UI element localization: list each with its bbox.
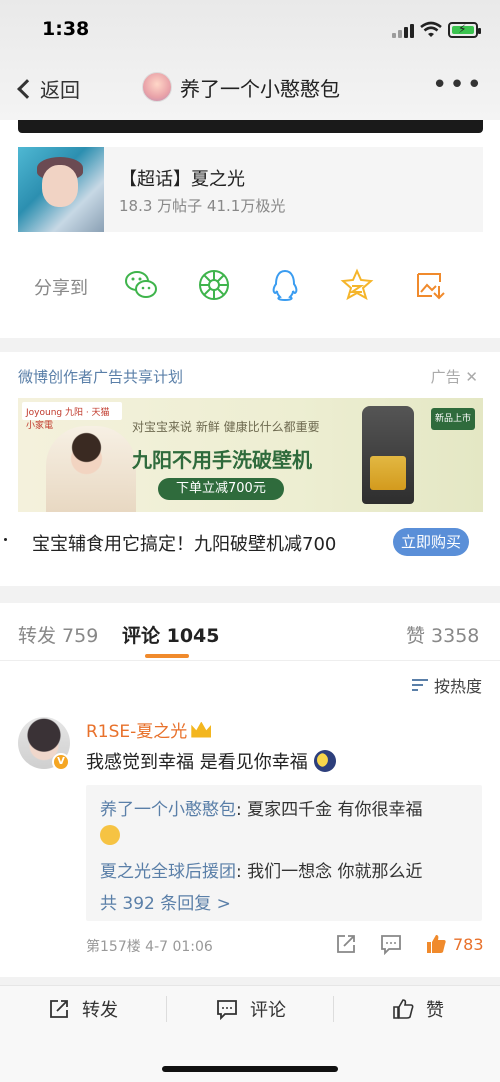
crown-icon [191, 721, 212, 738]
avatar [142, 72, 172, 102]
reply-author[interactable]: 夏之光全球后援团 [100, 862, 236, 882]
post-card: 【超话】夏之光 18.3 万帖子 41.1万极光 分享到 [0, 120, 500, 338]
page-title-text: 养了一个小憨憨包 [180, 76, 340, 101]
reply-icon[interactable] [380, 933, 402, 955]
comment-meta: 第157楼 4-7 01:06 [86, 939, 213, 955]
reply-item: 夏之光全球后援团: 我们一想念 你就那么近 [100, 857, 423, 882]
like-icon[interactable] [425, 933, 447, 955]
qzone-icon[interactable] [340, 268, 374, 302]
signal-icon [392, 24, 414, 38]
repost-button[interactable]: 转发 [48, 996, 118, 1022]
topic-meta: 18.3 万帖子 41.1万极光 [119, 197, 286, 215]
tab-comment[interactable]: 评论 1045 [122, 621, 220, 648]
home-indicator[interactable] [162, 1066, 338, 1072]
repost-label: 转发 [82, 1000, 118, 1021]
share-label: 分享到 [34, 278, 88, 299]
status-bar: 1:38 ⚡ [0, 18, 500, 44]
battery-icon: ⚡ [448, 22, 481, 38]
sort-icon [411, 678, 428, 692]
moon-emoji-icon [313, 750, 336, 772]
qq-icon[interactable] [268, 268, 302, 302]
ad-photo [46, 426, 136, 512]
share-row: 分享到 [0, 260, 500, 310]
nav-bar: 返回 养了一个小憨憨包 ••• [0, 64, 500, 114]
comment-author-name: R1SE-夏之光 [86, 722, 188, 742]
more-replies-link[interactable]: 共 392 条回复 > [100, 889, 231, 914]
comment-text: 我感觉到幸福 是看见你幸福 [86, 748, 336, 774]
reply-text: : 夏家四千金 有你很幸福 [236, 800, 423, 820]
emoji-icon [100, 825, 120, 845]
clock: 1:38 [42, 18, 90, 40]
sort-label: 按热度 [433, 677, 482, 696]
thumbs-up-icon [393, 999, 414, 1019]
wifi-icon [420, 21, 442, 37]
ad-new-badge: 新品上市 [431, 408, 475, 430]
ad-brand-logo: Joyoung 九阳 · 天猫小家電 [22, 402, 122, 431]
comments-section: 转发 759 评论 1045 赞 3358 按热度 V R1SE-夏之光 我感觉… [0, 603, 500, 977]
ad-program-title[interactable]: 微博创作者广告共享计划 [18, 366, 183, 387]
comment-label: 评论 [250, 1000, 286, 1021]
header: 1:38 ⚡ 返回 养了一个小憨憨包 ••• [0, 0, 500, 120]
like-count: 783 [453, 935, 484, 954]
ad-banner-pill: 下单立减700元 [158, 478, 284, 500]
comment-icon [217, 1000, 237, 1020]
reply-author[interactable]: 养了一个小憨憨包 [100, 800, 236, 820]
moments-icon[interactable] [197, 268, 231, 302]
save-image-icon[interactable] [414, 268, 448, 302]
back-button[interactable]: 返回 [14, 74, 80, 103]
tab-like[interactable]: 赞 3358 [406, 621, 479, 648]
super-topic-card[interactable]: 【超话】夏之光 18.3 万帖子 41.1万极光 [18, 147, 483, 232]
back-label: 返回 [40, 78, 80, 102]
divider [333, 996, 334, 1022]
divider [166, 996, 167, 1022]
buy-now-button[interactable]: 立即购买 [393, 528, 469, 556]
replies-box[interactable]: 养了一个小憨憨包: 夏家四千金 有你很幸福 夏之光全球后援团: 我们一想念 你就… [86, 785, 482, 921]
verified-icon: V [52, 753, 70, 771]
page-title[interactable]: 养了一个小憨憨包 [142, 72, 340, 102]
blender-image [362, 406, 414, 504]
repost-icon [50, 1000, 68, 1018]
topic-title: 【超话】夏之光 [119, 169, 245, 190]
comment-text-content: 我感觉到幸福 是看见你幸福 [86, 752, 308, 773]
reply-item: 养了一个小憨憨包: 夏家四千金 有你很幸福 [100, 795, 423, 820]
like-label: 赞 [426, 1000, 444, 1021]
ad-banner-line1: 对宝宝来说 新鲜 健康比什么都重要 [132, 420, 320, 434]
ad-section: 微博创作者广告共享计划 广告 ✕ Joyoung 九阳 · 天猫小家電 对宝宝来… [0, 352, 500, 586]
ad-tag-label: 广告 [430, 368, 461, 386]
active-tab-indicator [145, 654, 189, 658]
comment-button[interactable]: 评论 [216, 996, 286, 1022]
close-icon[interactable]: ✕ [465, 368, 478, 386]
bottom-action-bar: 转发 评论 赞 [0, 985, 500, 1082]
comment-tabs: 转发 759 评论 1045 赞 3358 [0, 603, 500, 661]
reply-text: : 我们一想念 你就那么近 [236, 862, 423, 882]
wechat-icon[interactable] [124, 268, 158, 302]
video-bottom-edge [18, 120, 483, 133]
ad-banner-line2: 九阳不用手洗破壁机 [132, 448, 312, 472]
ad-banner[interactable]: Joyoung 九阳 · 天猫小家電 对宝宝来说 新鲜 健康比什么都重要 九阳不… [18, 398, 483, 512]
more-icon[interactable]: ••• [432, 72, 484, 98]
topic-cover-image [18, 147, 104, 232]
comment-author[interactable]: R1SE-夏之光 [86, 717, 212, 742]
ad-tag[interactable]: 广告 ✕ [431, 366, 478, 387]
share-icon[interactable] [335, 933, 357, 955]
bullet-dot [4, 538, 7, 541]
tab-repost[interactable]: 转发 759 [18, 621, 98, 648]
ad-description[interactable]: 宝宝辅食用它搞定！九阳破壁机减700 [32, 530, 336, 556]
like-button[interactable]: 赞 [392, 996, 444, 1022]
sort-button[interactable]: 按热度 [411, 673, 482, 697]
chevron-left-icon [17, 78, 37, 99]
